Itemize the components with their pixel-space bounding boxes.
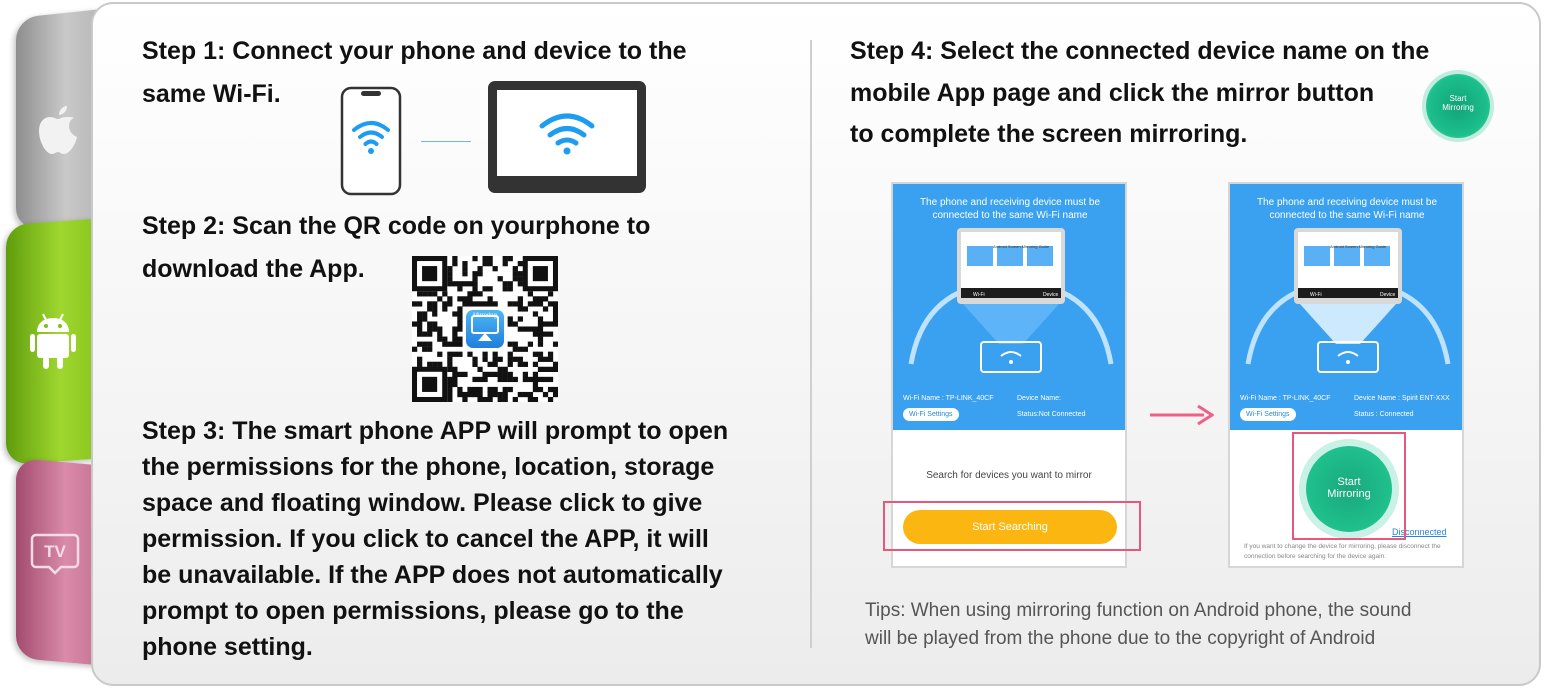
android-icon <box>30 313 76 369</box>
step4-line1: Step 4: Select the connected device name… <box>850 37 1430 65</box>
app-title-text: Android Screen Mirroring Guide <box>993 244 1050 249</box>
qr-app-label: Mirroring <box>473 313 497 319</box>
step3-line4: permission. If you click to cancel the A… <box>142 525 709 553</box>
step4-line3: to complete the screen mirroring. <box>850 120 1248 148</box>
step3-line3: space and floating window. Please click … <box>142 489 703 517</box>
tv-icon: TV <box>30 533 80 577</box>
app-title-text: Android Screen Mirroring Guide <box>1330 244 1387 249</box>
qr-code[interactable]: Mirroring <box>412 256 558 402</box>
step3-line6: prompt to open permissions, please go to… <box>142 597 684 625</box>
wifi-settings-button[interactable]: Wi-Fi Settings <box>1240 408 1296 421</box>
mirror-button-icon: Start Mirroring <box>1426 74 1490 138</box>
step3-line5: be unavailable. If the APP does not auto… <box>142 561 723 589</box>
start-mirroring-highlight <box>1292 432 1406 540</box>
device-name: Device Name: <box>1017 395 1061 402</box>
connection-line <box>421 141 471 142</box>
arrow-right-icon <box>1150 404 1214 426</box>
step3-line2: the permissions for the phone, location,… <box>142 453 715 481</box>
tips-text: Tips: When using mirroring function on A… <box>865 597 1505 653</box>
step1-line2: same Wi-Fi. <box>142 80 281 108</box>
tablet-wifi-icon <box>488 81 646 193</box>
screen-header-line1: The phone and receiving device must be <box>919 197 1101 208</box>
tips-line1: Tips: When using mirroring function on A… <box>865 600 1412 621</box>
connection-status: Status : Connected <box>1354 411 1414 418</box>
tips-line2: will be played from the phone due to the… <box>865 628 1376 649</box>
wifi-settings-button[interactable]: Wi-Fi Settings <box>903 408 959 421</box>
qr-app-logo: Mirroring <box>463 307 507 351</box>
step3-line1: Step 3: The smart phone APP will prompt … <box>142 417 729 445</box>
apple-icon <box>39 106 77 154</box>
screen-header-line2: connected to the same Wi-Fi name <box>1269 210 1425 221</box>
tab-wifi-label: Wi-Fi <box>1310 292 1322 298</box>
tv-label: TV <box>44 542 66 561</box>
screen-header-line2: connected to the same Wi-Fi name <box>932 210 1088 221</box>
wifi-name: Wi-Fi Name : TP-LINK_40CF <box>903 395 994 402</box>
tab-device-label: Device <box>1380 292 1396 298</box>
search-hint: Search for devices you want to mirror <box>926 470 1092 481</box>
tab-wifi-label: Wi-Fi <box>973 292 985 298</box>
step4-line2: mobile App page and click the mirror but… <box>850 79 1375 107</box>
start-searching-highlight <box>883 501 1141 551</box>
column-divider <box>810 40 812 648</box>
phone-wifi-icon <box>340 86 402 196</box>
wifi-name: Wi-Fi Name : TP-LINK_40CF <box>1240 395 1331 402</box>
step2-line2: download the App. <box>142 255 365 283</box>
tab-device-label: Device <box>1043 292 1059 298</box>
step1-line1: Step 1: Connect your phone and device to… <box>142 37 687 65</box>
disconnect-note: If you want to change the device for mir… <box>1244 543 1441 560</box>
connection-status: Status:Not Connected <box>1017 411 1086 418</box>
step2-line1: Step 2: Scan the QR code on yourphone to <box>142 212 651 240</box>
device-name: Device Name : Spirit ENT-XXX <box>1354 395 1450 402</box>
screen-header-line1: The phone and receiving device must be <box>1256 197 1438 208</box>
step3-line7: phone setting. <box>142 633 313 661</box>
